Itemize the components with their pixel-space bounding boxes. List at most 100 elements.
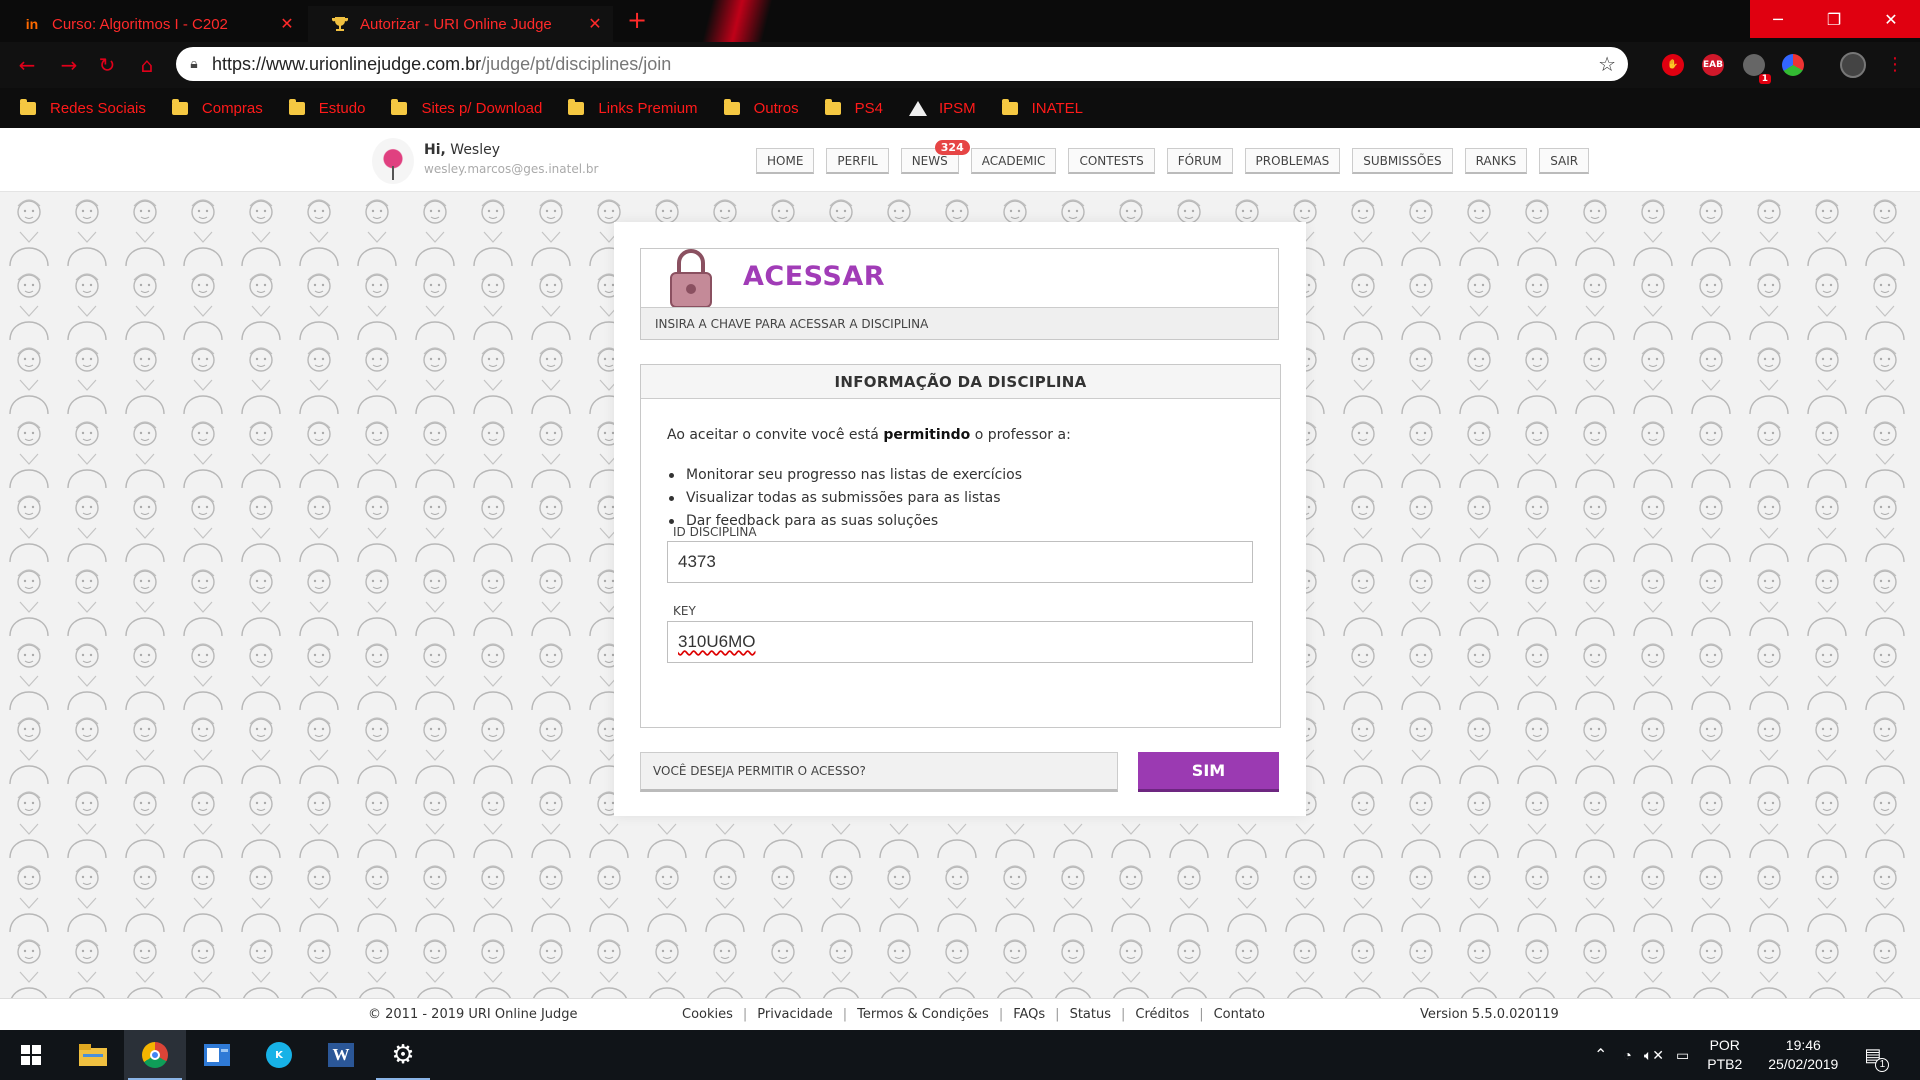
language-indicator[interactable]: POR PTB2: [1707, 1036, 1742, 1074]
adblock-extension-icon[interactable]: ✋: [1662, 54, 1684, 76]
start-button[interactable]: [0, 1030, 62, 1080]
file-explorer-icon[interactable]: [62, 1030, 124, 1080]
tab-favicon-icon: in: [25, 16, 39, 32]
reload-icon[interactable]: ↻: [94, 52, 120, 78]
folder-icon: [288, 98, 305, 115]
warning-icon: [908, 100, 927, 116]
bookmark-label: Compras: [201, 99, 263, 117]
key-field[interactable]: 310U6MO: [667, 621, 1253, 663]
eab-extension-icon[interactable]: EAB: [1702, 54, 1724, 76]
list-item: Monitorar seu progresso nas listas de ex…: [669, 467, 1022, 483]
bookmark-folder[interactable]: Links Premium: [568, 98, 698, 117]
nav-submissoes[interactable]: SUBMISSÕES: [1352, 148, 1453, 174]
footer-link-faqs[interactable]: FAQs: [1013, 1007, 1045, 1022]
close-tab-icon[interactable]: ✕: [277, 14, 297, 34]
forward-arrow-icon[interactable]: →: [56, 52, 82, 78]
nav-problemas[interactable]: PROBLEMAS: [1244, 148, 1341, 174]
bookmark-link[interactable]: IPSM: [908, 100, 976, 117]
folder-icon: [824, 98, 841, 115]
footer-link-privacidade[interactable]: Privacidade: [757, 1007, 832, 1022]
nav-ranks[interactable]: RANKS: [1464, 148, 1528, 174]
word-icon[interactable]: W: [310, 1030, 372, 1080]
folder-icon: [1001, 98, 1018, 115]
join-discipline-card: ACESSAR INSIRA A CHAVE PARA ACESSAR A DI…: [614, 222, 1306, 816]
footer-links: Cookies | Privacidade | Termos & Condições…: [672, 1007, 1275, 1022]
bookmark-folder[interactable]: PS4: [824, 98, 883, 117]
clock[interactable]: 19:46 25/02/2019: [1768, 1036, 1838, 1074]
nav-forum[interactable]: FÓRUM: [1166, 148, 1233, 174]
minimize-button[interactable]: ─: [1750, 0, 1806, 38]
nav-home[interactable]: HOME: [756, 148, 815, 174]
footer-link-termos[interactable]: Termos & Condições: [857, 1007, 989, 1022]
nav-label: ACADEMIC: [981, 153, 1046, 168]
info-heading: INFORMAÇÃO DA DISCIPLINA: [641, 365, 1280, 399]
bookmark-folder[interactable]: INATEL: [1001, 98, 1083, 117]
nav-news[interactable]: NEWS 324: [900, 140, 970, 174]
news-count-badge: 324: [934, 140, 970, 155]
close-tab-icon[interactable]: ✕: [585, 14, 605, 34]
greeting: Hi, Wesley: [424, 142, 500, 158]
nav-label: CONTESTS: [1079, 153, 1144, 168]
bookmarks-bar: Redes Sociais Compras Estudo Sites p/ Do…: [0, 88, 1920, 128]
wifi-icon[interactable]: ◔: [1623, 1047, 1631, 1063]
kodi-icon[interactable]: K: [248, 1030, 310, 1080]
new-tab-button[interactable]: +: [624, 8, 650, 34]
bookmark-folder[interactable]: Sites p/ Download: [391, 98, 542, 117]
bookmark-star-icon[interactable]: ☆: [1598, 52, 1616, 76]
intro-text: Ao aceitar o convite você está permitind…: [667, 427, 1071, 443]
sim-button[interactable]: SIM: [1138, 752, 1279, 792]
notification-count-badge: 1: [1875, 1057, 1890, 1072]
close-window-button[interactable]: ✕: [1862, 0, 1920, 38]
chevron-up-icon[interactable]: ⌃: [1594, 1045, 1607, 1065]
access-title: ACESSAR: [743, 261, 886, 292]
menu-kebab-icon[interactable]: ⋮: [1882, 52, 1908, 78]
nav-label: FÓRUM: [1177, 153, 1222, 168]
bookmark-folder[interactable]: Compras: [171, 98, 263, 117]
home-icon[interactable]: ⌂: [134, 52, 160, 78]
bookmark-folder[interactable]: Redes Sociais: [20, 98, 146, 117]
clock-time: 19:46: [1785, 1037, 1821, 1053]
access-header: ACESSAR INSIRA A CHAVE PARA ACESSAR A DI…: [640, 248, 1279, 340]
user-name: Wesley: [450, 142, 501, 158]
chrome-extension-icon[interactable]: [1782, 54, 1804, 76]
notifications-icon[interactable]: ▤ 1: [1864, 1045, 1890, 1072]
nav-perfil[interactable]: PERFIL: [826, 148, 889, 174]
folder-icon: [171, 98, 188, 115]
site-footer: © 2011 - 2019 URI Online Judge Cookies | …: [0, 998, 1920, 1030]
nav-label: SUBMISSÕES: [1363, 153, 1442, 168]
user-avatar[interactable]: [372, 138, 414, 184]
separator: |: [742, 1007, 748, 1022]
separator: |: [842, 1007, 848, 1022]
speaker-mute-icon[interactable]: 🔈︎✕: [1644, 1047, 1664, 1064]
tab-autorizar[interactable]: Autorizar - URI Online Judge ✕: [308, 6, 613, 42]
bullet-icon: [669, 518, 674, 524]
nav-label: RANKS: [1475, 153, 1517, 168]
nav-contests[interactable]: CONTESTS: [1068, 148, 1155, 174]
battery-icon[interactable]: ▭: [1676, 1047, 1689, 1064]
folder-icon: [723, 98, 740, 115]
puzzle-extension-icon[interactable]: 1: [1743, 54, 1771, 84]
bookmark-folder[interactable]: Outros: [723, 98, 799, 117]
outlook-icon[interactable]: [186, 1030, 248, 1080]
nav-academic[interactable]: ACADEMIC: [970, 148, 1057, 174]
footer-link-status[interactable]: Status: [1070, 1007, 1111, 1022]
permission-question: VOCÊ DESEJA PERMITIR O ACESSO?: [640, 752, 1118, 792]
bookmark-label: Redes Sociais: [50, 99, 146, 117]
profile-avatar[interactable]: [1840, 52, 1866, 78]
footer-link-cookies[interactable]: Cookies: [682, 1007, 733, 1022]
restore-button[interactable]: ❐: [1806, 0, 1862, 38]
settings-gear-icon[interactable]: ⚙: [372, 1030, 434, 1080]
id-discipline-field[interactable]: 4373: [667, 541, 1253, 583]
footer-link-creditos[interactable]: Créditos: [1135, 1007, 1189, 1022]
chrome-taskbar-icon[interactable]: [124, 1030, 186, 1080]
nav-sair[interactable]: SAIR: [1539, 148, 1590, 174]
footer-link-contato[interactable]: Contato: [1214, 1007, 1265, 1022]
url-text[interactable]: https://www.urionlinejudge.com.br/judge/…: [212, 54, 671, 75]
bookmark-folder[interactable]: Estudo: [288, 98, 365, 117]
padlock-icon: [670, 249, 712, 307]
address-bar[interactable]: 🔒︎ https://www.urionlinejudge.com.br/jud…: [176, 47, 1628, 81]
nav-label: NEWS: [911, 153, 948, 168]
back-arrow-icon[interactable]: ←: [14, 52, 40, 78]
tab-curso[interactable]: in Curso: Algoritmos I - C202 ✕: [0, 6, 305, 42]
key-label: KEY: [673, 604, 696, 618]
